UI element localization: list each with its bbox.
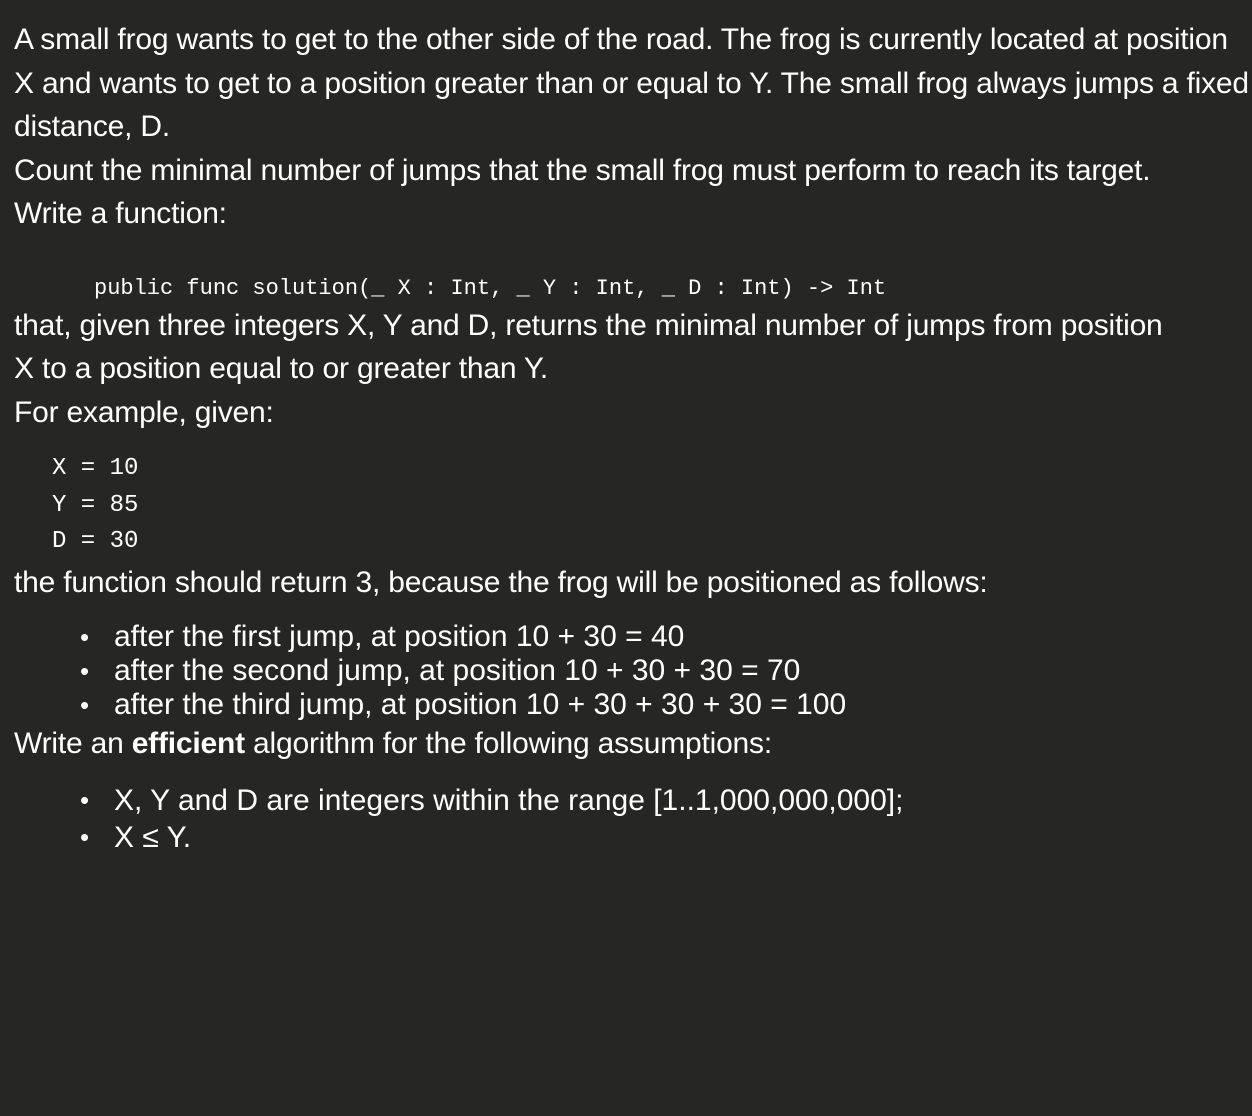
example-code-block: X = 10 Y = 85 D = 30 [52, 455, 139, 555]
intro-paragraph: A small frog wants to get to the other s… [14, 23, 1249, 143]
bullet-icon: • [80, 622, 90, 652]
jump-text: after the second jump, at position 10 + … [114, 654, 801, 687]
description-line-2: X to a position equal to or greater than… [14, 352, 549, 385]
list-item: • X, Y and D are integers within the rang… [80, 782, 1252, 819]
list-item: • after the third jump, at position 10 + … [80, 688, 1252, 722]
bullet-icon: • [80, 656, 90, 686]
assumption-text: X ≤ Y. [114, 820, 192, 854]
list-item: • after the first jump, at position 10 + … [80, 620, 1252, 654]
task-paragraph: Count the minimal number of jumps that t… [14, 153, 1151, 187]
bullet-icon: • [80, 821, 90, 852]
description-paragraph: that, given three integers X, Y and D, r… [14, 304, 1252, 391]
list-item: • X ≤ Y. [80, 819, 1252, 856]
jump-text: after the first jump, at position 10 + 3… [114, 620, 685, 653]
assumptions-prefix: Write an [14, 727, 132, 760]
assumptions-list: • X, Y and D are integers within the rang… [14, 782, 1252, 856]
example-intro: For example, given: [14, 395, 274, 429]
assumptions-intro: Write an efficient algorithm for the fol… [14, 722, 1252, 766]
function-signature: public func solution(_ X : Int, _ Y : In… [94, 275, 887, 301]
list-item: • after the second jump, at position 10 +… [80, 654, 1252, 688]
assumption-text: X, Y and D are integers within the range… [114, 783, 904, 817]
jump-text: after the third jump, at position 10 + 3… [114, 688, 847, 721]
task-description: A small frog wants to get to the other s… [14, 18, 1252, 856]
jumps-list: • after the first jump, at position 10 + … [14, 620, 1252, 722]
bullet-icon: • [80, 690, 90, 720]
write-function-label: Write a function: [14, 197, 227, 230]
assumptions-bold: efficient [131, 727, 245, 760]
assumptions-suffix: algorithm for the following assumptions: [244, 727, 772, 760]
example-result: the function should return 3, because th… [14, 565, 988, 599]
bullet-icon: • [80, 784, 90, 815]
description-line-1: that, given three integers X, Y and D, r… [14, 308, 1163, 342]
